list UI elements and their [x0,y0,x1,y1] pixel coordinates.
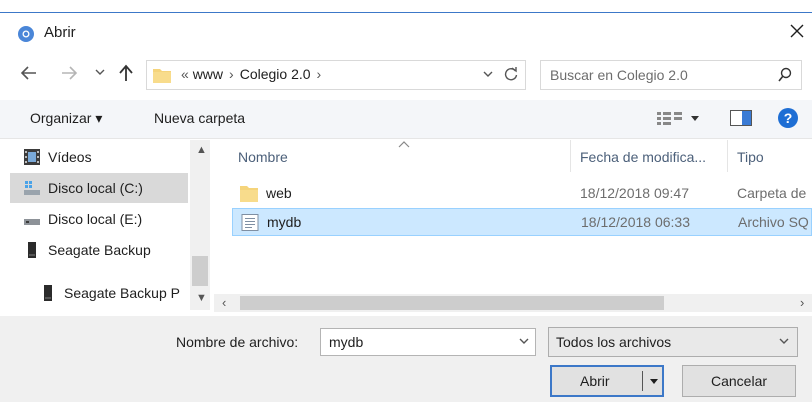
nav-item-label[interactable]: Seagate Backup [48,242,151,258]
organize-button[interactable]: Organizar ▾ [30,110,102,127]
search-icon[interactable] [777,67,793,83]
column-header-type[interactable]: Tipo [737,149,764,165]
nav-item-label[interactable]: Disco local (C:) [48,180,143,196]
breadcrumb-item-www[interactable]: www [193,66,223,82]
open-button[interactable]: Abrir [550,365,664,397]
file-row-web[interactable]: web 18/12/2018 09:47 Carpeta de [232,180,812,208]
nav-item-disco-c[interactable]: Disco local (C:) [10,173,188,203]
nav-item-label[interactable]: Disco local (E:) [48,211,142,227]
file-name[interactable]: mydb [267,214,301,230]
breadcrumb[interactable]: « www › Colegio 2.0 › [181,66,327,82]
scroll-up-icon[interactable]: ▲ [196,144,207,156]
folder-icon [153,69,171,83]
file-date: 18/12/2018 09:47 [580,185,689,201]
filename-label: Nombre de archivo: [176,334,299,350]
help-icon[interactable]: ? [778,108,798,128]
address-dropdown-icon[interactable] [481,67,495,81]
nav-pane-scrollbar[interactable]: ▲ ▼ [190,140,210,310]
filetype-value[interactable]: Todos los archivos [556,334,671,350]
command-toolbar: Organizar ▾ Nueva carpeta ? [0,100,812,139]
new-folder-button[interactable]: Nueva carpeta [154,110,245,126]
navigation-pane: Vídeos Disco local (C:) Disco local (E:)… [0,139,212,309]
scrollbar-thumb[interactable] [192,256,208,286]
nav-item-seagate-1[interactable]: Seagate Backup [10,235,188,265]
view-options-icon[interactable] [657,110,705,126]
file-list-horizontal-scrollbar[interactable]: ‹ › [214,294,812,312]
chevron-down-icon[interactable] [517,334,531,348]
chevron-down-icon[interactable] [777,334,791,348]
chevron-down-icon[interactable] [94,66,106,78]
file-name[interactable]: web [266,185,292,201]
filename-value[interactable]: mydb [329,334,363,350]
file-date: 18/12/2018 06:33 [581,214,690,230]
column-header-name[interactable]: Nombre [238,149,288,165]
video-icon [24,149,40,165]
folder-icon [240,186,258,202]
nav-item-label[interactable]: Vídeos [48,149,92,165]
breadcrumb-overflow[interactable]: « [181,66,189,82]
file-type: Carpeta de [737,185,807,201]
split-divider [642,371,643,391]
open-dropdown-icon[interactable] [648,374,660,388]
external-drive-icon [44,285,52,301]
nav-item-seagate-2[interactable]: Seagate Backup P [0,278,190,308]
back-arrow-icon[interactable] [20,65,38,81]
window-title: Abrir [44,24,76,41]
windows-drive-icon [24,181,40,195]
search-box[interactable]: Buscar en Colegio 2.0 [540,60,802,90]
scroll-down-icon[interactable]: ▼ [196,292,207,304]
window-top-border [0,12,812,13]
close-icon[interactable] [788,22,806,40]
nav-item-videos[interactable]: Vídeos [10,142,188,172]
sort-ascending-icon [398,141,410,148]
open-button-label[interactable]: Abrir [580,373,610,389]
scroll-right-icon[interactable]: › [800,295,804,310]
file-icon [241,214,259,231]
column-header-date[interactable]: Fecha de modifica... [580,149,706,165]
forward-arrow-icon[interactable] [60,65,78,81]
nav-item-disco-e[interactable]: Disco local (E:) [10,204,188,234]
external-drive-icon [28,242,36,258]
dialog-footer: Nombre de archivo: mydb Todos los archiv… [0,316,812,402]
breadcrumb-separator-icon[interactable]: › [311,66,328,82]
scroll-left-icon[interactable]: ‹ [222,295,226,310]
breadcrumb-item-colegio[interactable]: Colegio 2.0 [240,66,311,82]
file-type: Archivo SQ [738,214,809,230]
filetype-select[interactable]: Todos los archivos [548,327,798,357]
cancel-button-label[interactable]: Cancelar [683,373,795,389]
address-bar[interactable]: « www › Colegio 2.0 › [146,60,526,90]
drive-icon [24,219,40,225]
search-placeholder[interactable]: Buscar en Colegio 2.0 [550,67,688,83]
preview-pane-icon[interactable] [730,110,752,126]
nav-item-label[interactable]: Seagate Backup P [64,285,180,301]
up-arrow-icon[interactable] [118,64,134,82]
file-row-mydb[interactable]: mydb 18/12/2018 06:33 Archivo SQ [232,208,812,236]
column-divider[interactable] [727,140,728,172]
cancel-button[interactable]: Cancelar [682,365,796,397]
refresh-icon[interactable] [503,66,519,82]
breadcrumb-separator-icon[interactable]: › [223,66,240,82]
scrollbar-thumb[interactable] [240,296,664,310]
column-divider[interactable] [570,140,571,172]
filename-input[interactable]: mydb [320,328,536,356]
chrome-icon [18,26,34,42]
